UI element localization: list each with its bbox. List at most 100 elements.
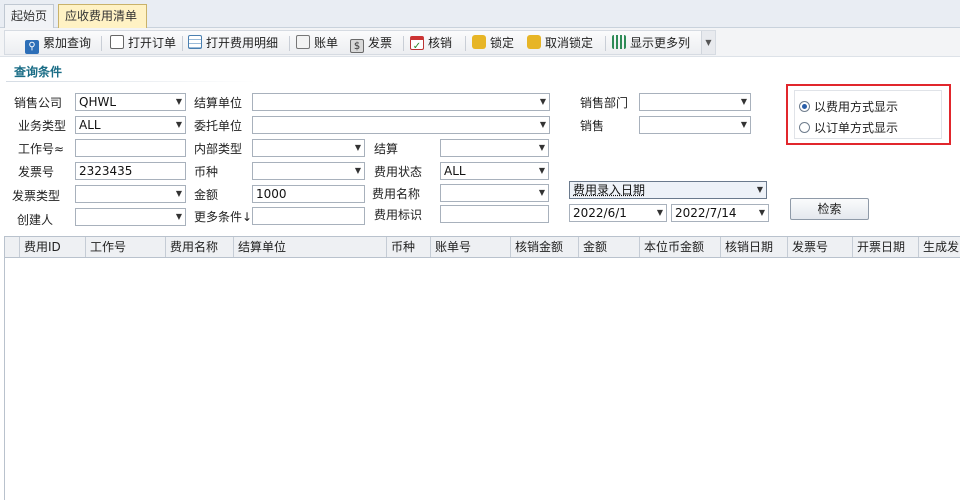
column-header[interactable]: 生成发: [919, 237, 960, 257]
more-conditions-toggle[interactable]: 更多条件↓: [194, 209, 252, 225]
write-off-button[interactable]: ✓ 核销: [410, 34, 452, 53]
date-type-select[interactable]: 费用录入日期 ▼: [569, 181, 767, 199]
currency-label: 币种: [194, 165, 219, 179]
chevron-down-icon: ▼: [175, 212, 182, 221]
toolbar-overflow-chevron-icon[interactable]: ▼: [701, 31, 715, 54]
section-divider: [6, 81, 256, 82]
biz-type-value: ALL: [79, 118, 101, 132]
creator-label: 创建人: [17, 213, 54, 227]
table-icon: [188, 35, 202, 49]
column-header[interactable]: 核销日期: [721, 237, 788, 257]
job-no-input[interactable]: [75, 139, 186, 157]
biz-type-select[interactable]: ALL ▼: [75, 116, 186, 134]
job-no-label: 工作号≈: [18, 142, 65, 156]
column-header[interactable]: 开票日期: [853, 237, 919, 257]
calendar-check-icon: ✓: [410, 36, 424, 52]
sales-label: 销售: [580, 119, 605, 133]
lock-button[interactable]: 锁定: [472, 34, 514, 53]
date-to-value: 2022/7/14: [675, 206, 737, 220]
sales-select[interactable]: ▼: [639, 116, 751, 134]
column-header[interactable]: 金额: [579, 237, 640, 257]
grid-body[interactable]: [4, 258, 960, 500]
open-fee-detail-button[interactable]: 打开费用明细: [188, 34, 278, 53]
column-header[interactable]: 账单号: [431, 237, 511, 257]
fee-flag-input[interactable]: [440, 205, 549, 223]
sales-dept-label: 销售部门: [580, 96, 629, 110]
column-header[interactable]: 本位币金额: [640, 237, 721, 257]
column-header[interactable]: 核销金额: [511, 237, 579, 257]
bill-button[interactable]: 账单: [296, 34, 338, 53]
unlock-button[interactable]: 取消锁定: [527, 34, 593, 53]
radio-selected-icon: [799, 101, 810, 112]
fee-name-label: 费用名称: [372, 187, 421, 201]
toolbar-separator: [465, 36, 466, 51]
consign-unit-label: 委托单位: [194, 119, 243, 133]
column-header[interactable]: 费用名称: [166, 237, 234, 257]
creator-select[interactable]: ▼: [75, 208, 186, 226]
chevron-down-icon: ▼: [539, 120, 546, 129]
fee-flag-label: 费用标识: [374, 208, 423, 222]
search-button[interactable]: 检索: [790, 198, 869, 220]
date-from-value: 2022/6/1: [573, 206, 627, 220]
chevron-down-icon: ▼: [656, 208, 663, 217]
sales-company-select[interactable]: QHWL ▼: [75, 93, 186, 111]
display-mode-frame: 以费用方式显示 以订单方式显示: [794, 90, 942, 139]
open-order-button[interactable]: 打开订单: [110, 34, 176, 53]
toolbar-separator: [182, 36, 183, 51]
date-from-picker[interactable]: 2022/6/1 ▼: [569, 204, 667, 222]
fee-status-select[interactable]: ALL ▼: [440, 162, 549, 180]
chevron-down-icon: ▼: [538, 188, 545, 197]
settle-select[interactable]: ▼: [440, 139, 549, 157]
fee-name-select[interactable]: ▼: [440, 184, 549, 202]
chevron-down-icon: ▼: [354, 143, 361, 152]
invoice-no-label: 发票号: [18, 165, 55, 179]
tab-receivable-fee-list[interactable]: 应收费用清单: [58, 4, 147, 28]
toolbar-strip: ⚲ 累加查询 打开订单 打开费用明细 账单 $ 发票 ✓ 核销 锁定 取消锁定 显示更…: [4, 30, 716, 55]
consign-unit-select[interactable]: ▼: [252, 116, 550, 134]
invoice-type-select[interactable]: ▼: [75, 185, 186, 203]
currency-select[interactable]: ▼: [252, 162, 365, 180]
column-header[interactable]: 工作号: [86, 237, 166, 257]
bill-label: 账单: [314, 36, 339, 50]
amount-label: 金额: [194, 188, 219, 202]
toolbar-separator: [101, 36, 102, 51]
display-by-order-label: 以订单方式显示: [814, 121, 899, 135]
internal-type-label: 内部类型: [194, 142, 243, 156]
document-icon: [110, 35, 124, 49]
magnifier-icon: ⚲: [25, 40, 39, 54]
chevron-down-icon: ▼: [175, 120, 182, 129]
chevron-down-icon: ▼: [175, 97, 182, 106]
amount-input[interactable]: 1000: [252, 185, 365, 203]
chevron-down-icon: ▼: [740, 120, 747, 129]
tab-bar: 起始页 应收费用清单: [0, 0, 960, 28]
column-header[interactable]: 发票号: [788, 237, 853, 257]
tab-start-page[interactable]: 起始页: [4, 4, 54, 28]
invoice-label: 发票: [368, 36, 393, 50]
column-header[interactable]: 结算单位: [234, 237, 387, 257]
cumulative-query-button[interactable]: ⚲ 累加查询: [25, 34, 91, 54]
unlock-label: 取消锁定: [545, 36, 594, 50]
display-mode-group: 以费用方式显示 以订单方式显示: [786, 84, 951, 145]
query-section-title: 查询条件: [14, 65, 63, 79]
chevron-down-icon: ▼: [175, 189, 182, 198]
chevron-down-icon: ▼: [758, 208, 765, 217]
settle-unit-select[interactable]: ▼: [252, 93, 550, 111]
invoice-button[interactable]: $ 发票: [350, 34, 392, 53]
show-more-columns-button[interactable]: 显示更多列: [612, 34, 690, 53]
sales-dept-select[interactable]: ▼: [639, 93, 751, 111]
internal-type-select[interactable]: ▼: [252, 139, 365, 157]
invoice-no-input[interactable]: 2323435: [75, 162, 186, 180]
toolbar-separator: [289, 36, 290, 51]
column-header[interactable]: 币种: [387, 237, 431, 257]
fee-status-value: ALL: [444, 164, 466, 178]
column-header[interactable]: 费用ID: [20, 237, 86, 257]
display-by-order-radio[interactable]: 以订单方式显示: [799, 119, 898, 137]
display-by-fee-label: 以费用方式显示: [814, 100, 899, 114]
lock-icon: [472, 35, 486, 49]
chevron-down-icon: ▼: [740, 97, 747, 106]
show-more-columns-label: 显示更多列: [630, 36, 691, 50]
date-to-picker[interactable]: 2022/7/14 ▼: [671, 204, 769, 222]
display-by-fee-radio[interactable]: 以费用方式显示: [799, 98, 898, 116]
more-conditions-input[interactable]: [252, 207, 365, 225]
write-off-label: 核销: [428, 36, 453, 50]
